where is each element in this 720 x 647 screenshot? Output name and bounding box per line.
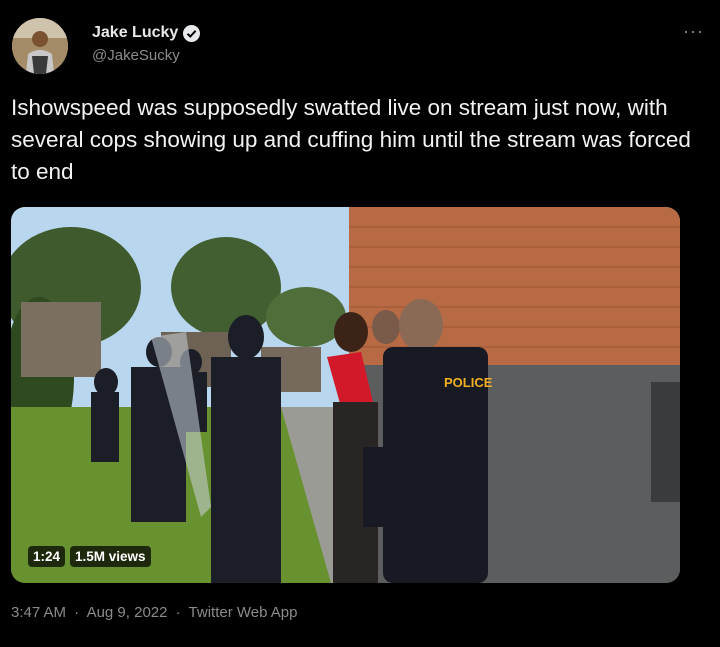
video-frame: POLICE [11,207,680,583]
tweet-metadata: 3:47 AM · Aug 9, 2022 · Twitter Web App [11,604,302,621]
meta-separator: · [175,604,181,621]
video-views: 1.5M views [70,546,151,567]
video-info-badges: 1:24 1.5M views [28,546,151,567]
user-handle[interactable]: @JakeSucky [92,47,200,64]
video-duration: 1:24 [28,546,66,567]
tweet-text: Ishowspeed was supposedly swatted live o… [11,95,691,184]
police-vest-label: POLICE [444,375,493,390]
display-name-text: Jake Lucky [92,24,179,41]
avatar[interactable] [12,18,68,74]
tweet-video[interactable]: POLICE 1:24 1.5M views [11,207,680,583]
tweet-time[interactable]: 3:47 AM [11,604,66,621]
verified-badge-icon [183,24,201,42]
tweet-date[interactable]: Aug 9, 2022 [87,604,168,621]
more-options-icon[interactable]: ··· [683,22,704,40]
meta-separator: · [74,604,80,621]
tweet-source[interactable]: Twitter Web App [189,604,298,621]
tweet-header: Jake Lucky @JakeSucky ··· [12,16,706,80]
display-name[interactable]: Jake Lucky [92,24,201,42]
